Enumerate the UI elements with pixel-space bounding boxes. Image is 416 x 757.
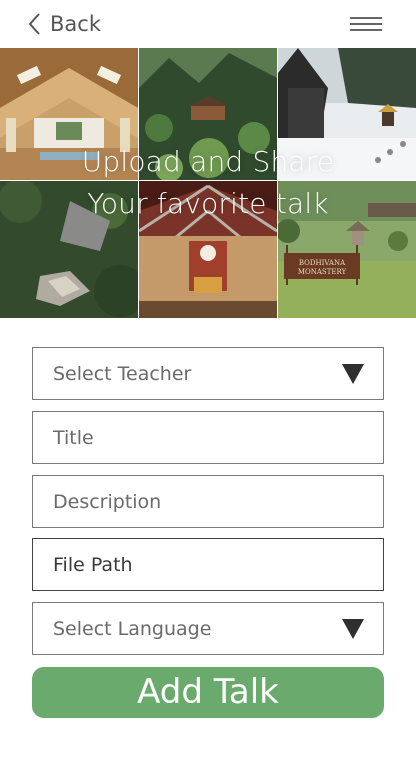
chevron-left-icon — [28, 13, 40, 35]
select-language-placeholder: Select Language — [53, 617, 212, 640]
svg-text:BODHIVANA: BODHIVANA — [299, 259, 346, 267]
hamburger-menu-icon[interactable] — [350, 15, 384, 33]
file-path-field[interactable]: File Path — [32, 538, 384, 591]
select-teacher-placeholder: Select Teacher — [53, 362, 192, 385]
select-teacher-dropdown[interactable]: Select Teacher — [32, 347, 384, 400]
svg-text:MONASTERY: MONASTERY — [298, 268, 347, 276]
hero-photo-collage: BODHIVANA MONASTERY Upload and Share You… — [0, 48, 416, 318]
triangle-down-icon — [342, 619, 364, 639]
file-path-placeholder: File Path — [53, 553, 133, 576]
hero-title-line1: Upload and Share — [81, 145, 335, 178]
description-field[interactable]: Description — [32, 475, 384, 528]
top-bar: Back — [0, 0, 416, 48]
hero-title-line2: Your favorite talk — [87, 187, 329, 220]
description-placeholder: Description — [53, 490, 162, 513]
add-talk-button[interactable]: Add Talk — [32, 667, 384, 718]
triangle-down-icon — [342, 364, 364, 384]
back-label: Back — [50, 12, 101, 36]
select-language-dropdown[interactable]: Select Language — [32, 602, 384, 655]
title-field[interactable]: Title — [32, 411, 384, 464]
title-placeholder: Title — [53, 426, 94, 449]
back-button[interactable]: Back — [26, 10, 101, 38]
